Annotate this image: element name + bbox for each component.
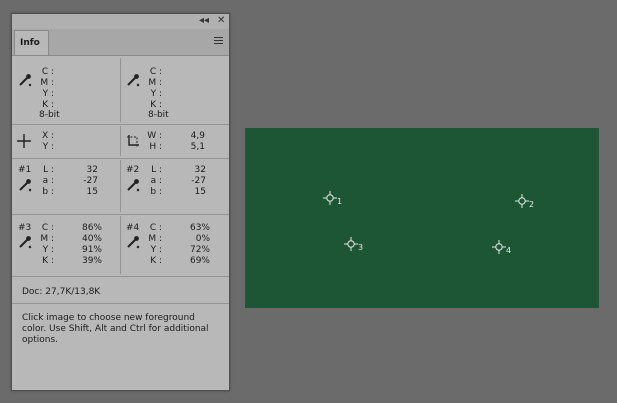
sampler3-y-value: 91%	[81, 245, 102, 255]
collapse-double-arrow-icon[interactable]: ◂◂	[199, 15, 209, 27]
sampler-target-icon	[344, 237, 358, 251]
sampler-target-icon	[515, 194, 529, 208]
sampler4-y-value: 72%	[189, 245, 210, 255]
sampler-marker-number: 2	[529, 200, 535, 209]
help-tip: Click image to choose new foreground col…	[22, 313, 222, 346]
sampler4-c-value: 63%	[189, 223, 210, 233]
sampler4-tag: #4	[126, 223, 140, 233]
sampler3-tag: #3	[18, 223, 32, 233]
sampler3-m-label: M :	[40, 234, 54, 244]
selection-size-icon	[127, 135, 139, 147]
color-sampler-icon	[19, 236, 32, 249]
sampler3-m-value: 40%	[81, 234, 102, 244]
sampler4-k-value: 69%	[189, 256, 210, 266]
size-h-label: H :	[149, 142, 162, 152]
eyedropper-icon	[19, 74, 32, 87]
sampler-target-icon	[492, 240, 506, 254]
sampler4-y-label: Y :	[150, 245, 162, 255]
sampler1-a-value: -27	[83, 176, 98, 186]
color-sampler-marker-2[interactable]: 2	[515, 194, 543, 218]
sampler2-tag: #2	[126, 165, 140, 175]
sampler2-b-value: 15	[194, 187, 206, 197]
help-tip-line: color. Use Shift, Alt and Ctrl for addit…	[22, 324, 209, 334]
sampler3-k-value: 39%	[81, 256, 102, 266]
sampler-marker-number: 4	[506, 246, 512, 255]
tab-strip: Info	[12, 29, 229, 56]
sampler-marker-number: 3	[358, 243, 364, 252]
color-sampler-marker-1[interactable]: 1	[323, 191, 351, 215]
sampler1-l-label: L :	[43, 165, 54, 175]
sampler4-c-label: C :	[149, 223, 162, 233]
document-canvas[interactable]: 1 2 3 4	[245, 128, 599, 308]
color2-bit-depth: 8-bit	[148, 110, 169, 120]
sampler4-k-label: K :	[150, 256, 162, 266]
sampler3-c-label: C :	[41, 223, 54, 233]
sampler2-l-label: L :	[151, 165, 162, 175]
eyedropper-icon	[127, 74, 140, 87]
tab-info[interactable]: Info	[14, 30, 49, 55]
help-tip-line: Click image to choose new foreground	[22, 313, 195, 323]
sampler2-a-value: -27	[191, 176, 206, 186]
color2-c-label: C :	[149, 67, 162, 77]
sampler3-k-label: K :	[42, 256, 54, 266]
sampler3-y-label: Y :	[42, 245, 54, 255]
color1-c-label: C :	[41, 67, 54, 77]
close-icon[interactable]: ✕	[217, 15, 225, 27]
sampler1-b-label: b :	[42, 187, 54, 197]
sampler-target-icon	[323, 191, 337, 205]
crosshair-icon	[17, 134, 31, 148]
sampler1-tag: #1	[18, 165, 32, 175]
color1-bit-depth: 8-bit	[39, 110, 60, 120]
sampler-marker-number: 1	[337, 197, 343, 206]
size-w-value: 4,9	[190, 131, 205, 141]
panel-menu-icon[interactable]	[214, 37, 223, 45]
color2-y-label: Y :	[150, 89, 162, 99]
info-panel: ◂◂ ✕ Info C : M : Y : K : 8-bit C : M : …	[11, 13, 230, 391]
color-sampler-icon	[127, 236, 140, 249]
position-x-label: X :	[41, 131, 54, 141]
size-h-value: 5,1	[190, 142, 205, 152]
position-y-label: Y :	[42, 142, 54, 152]
color1-y-label: Y :	[42, 89, 54, 99]
color-sampler-icon	[19, 179, 32, 192]
help-tip-line: options.	[22, 335, 59, 345]
sampler1-l-value: 32	[86, 165, 98, 175]
color-sampler-marker-3[interactable]: 3	[344, 237, 372, 261]
color-sampler-marker-4[interactable]: 4	[492, 240, 520, 264]
sampler4-m-label: M :	[148, 234, 162, 244]
sampler2-b-label: b :	[150, 187, 162, 197]
sampler1-b-value: 15	[86, 187, 98, 197]
color2-m-label: M :	[148, 78, 162, 88]
color-sampler-icon	[127, 179, 140, 192]
size-w-label: W :	[147, 131, 162, 141]
sampler2-l-value: 32	[194, 165, 206, 175]
sampler4-m-value: 0%	[195, 234, 210, 244]
doc-size-info: Doc: 27,7K/13,8K	[22, 287, 101, 297]
sampler2-a-label: a :	[150, 176, 162, 186]
color1-m-label: M :	[40, 78, 54, 88]
sampler3-c-value: 86%	[81, 223, 102, 233]
sampler1-a-label: a :	[42, 176, 54, 186]
panel-titlebar[interactable]: ◂◂ ✕	[12, 14, 229, 30]
